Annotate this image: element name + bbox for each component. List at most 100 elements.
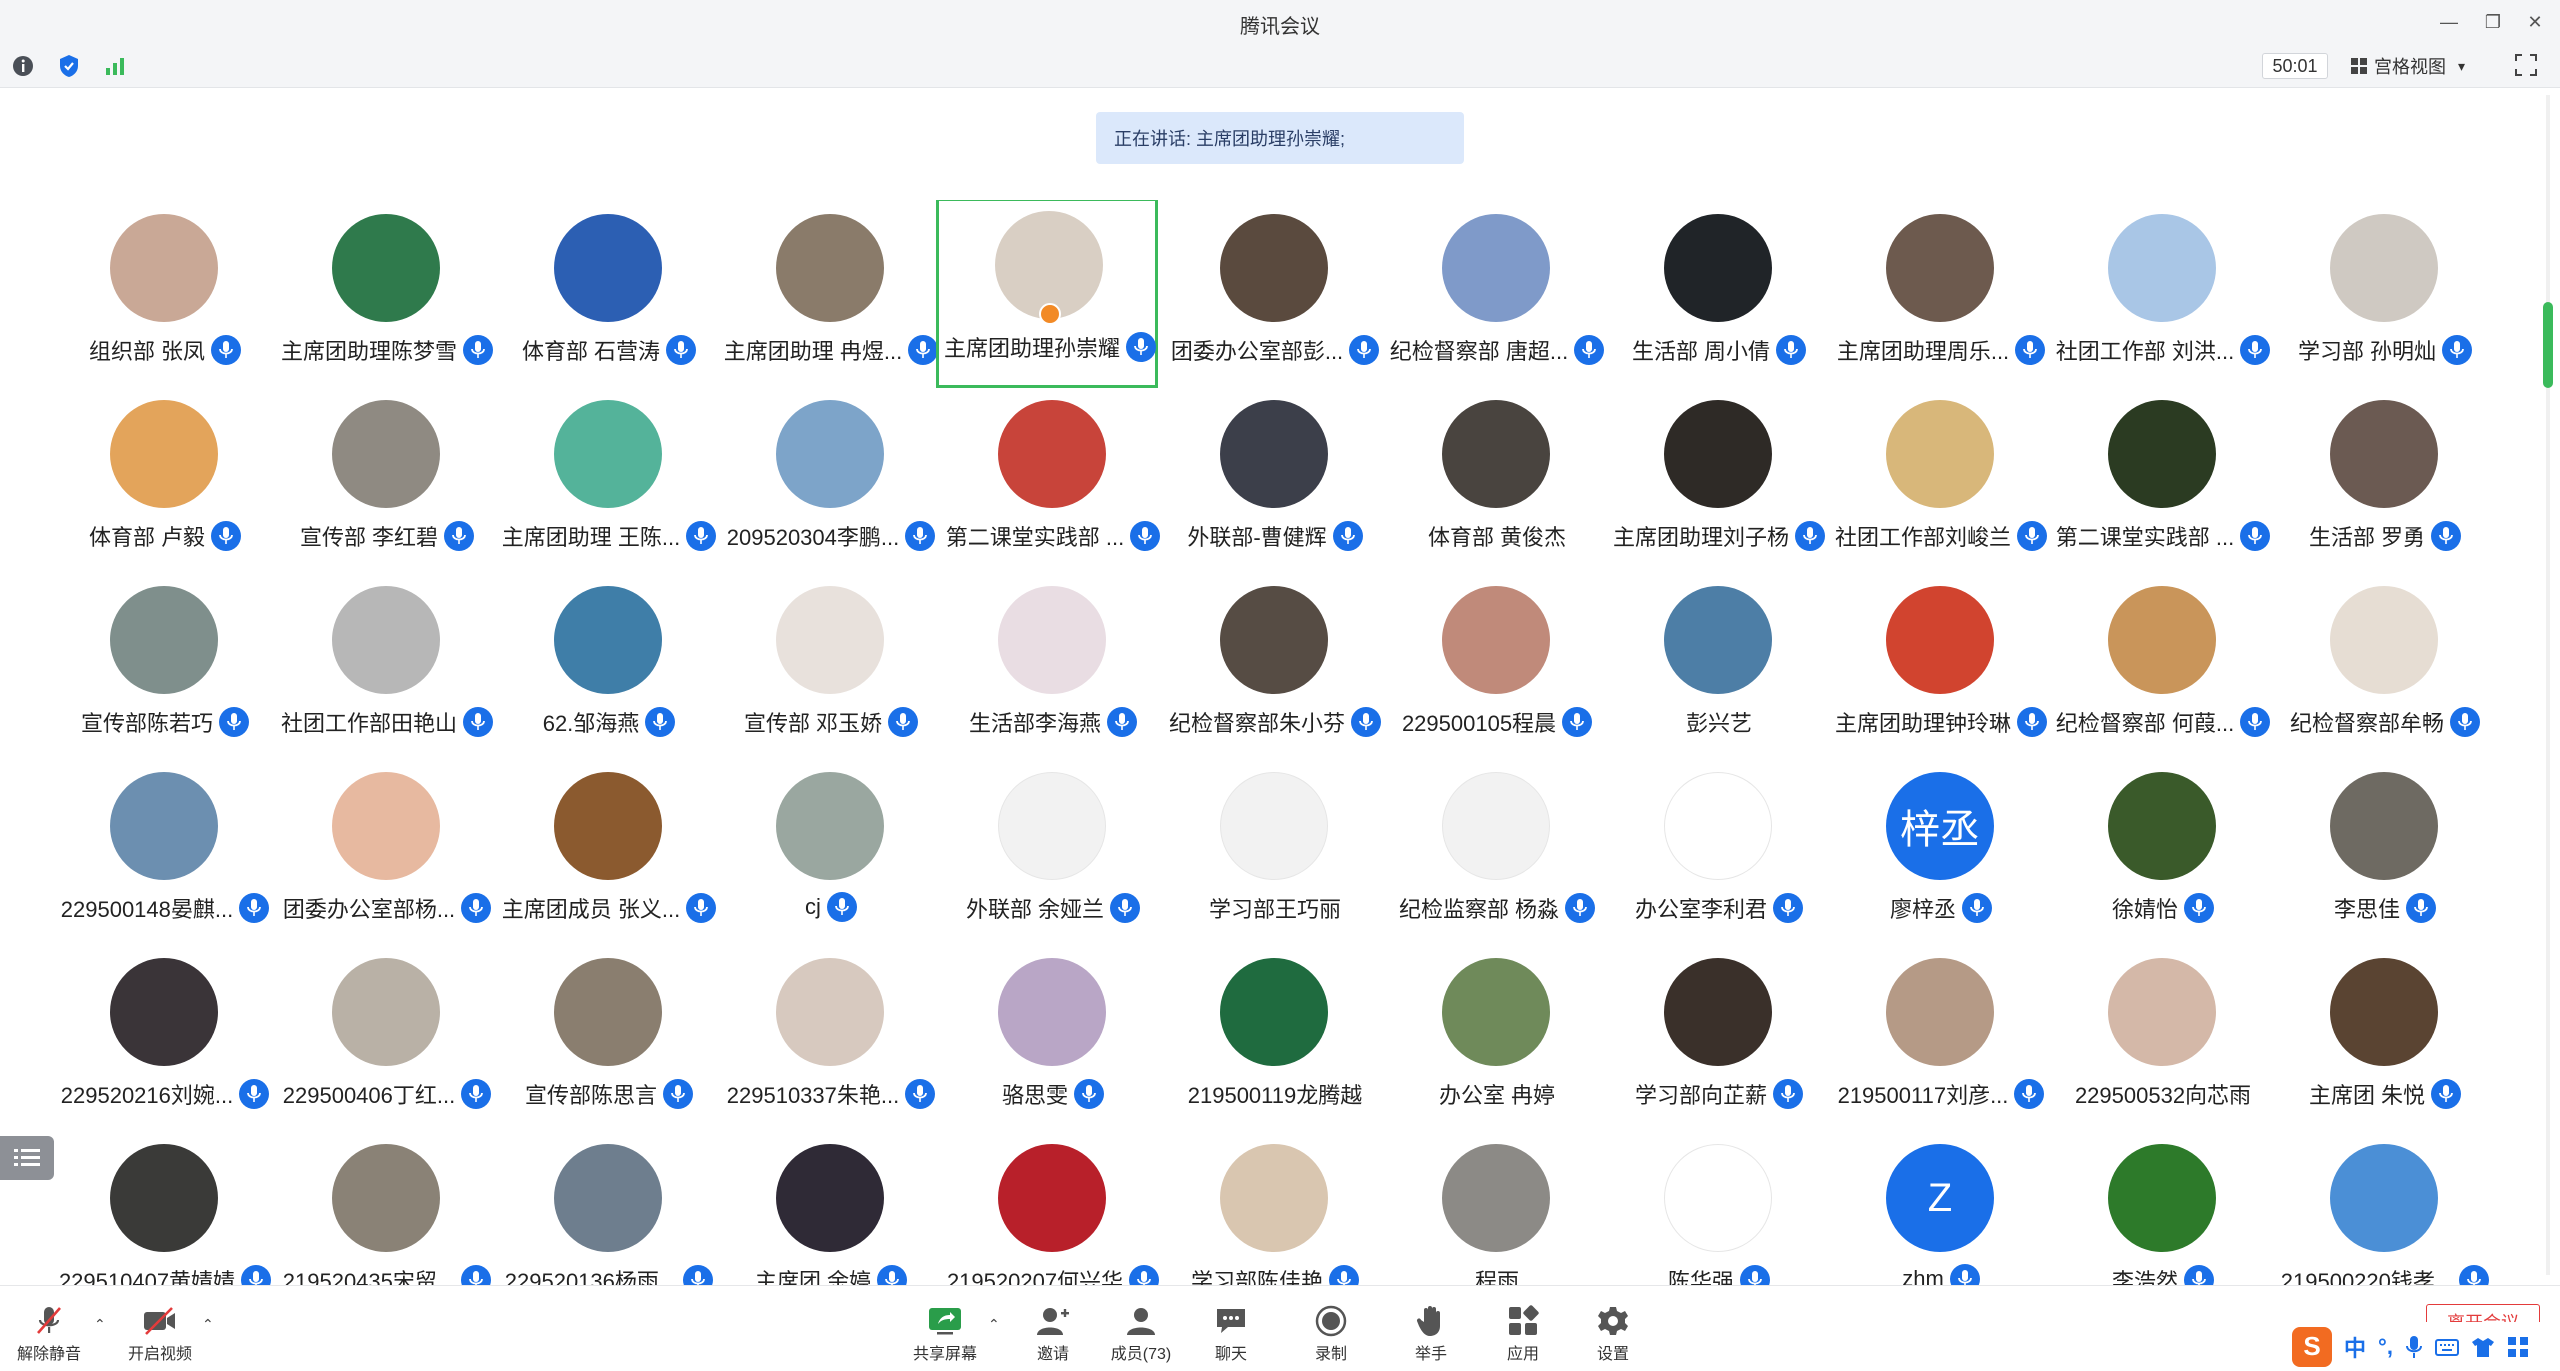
participant-tile[interactable]: 梓丞 廖梓丞 <box>1830 762 2052 948</box>
minimize-button[interactable]: — <box>2434 8 2464 36</box>
apps-button[interactable]: 应用 <box>1478 1304 1568 1366</box>
participant-tile[interactable]: 229500105程晨 <box>1386 576 1608 762</box>
participant-tile[interactable]: 生活部李海燕 <box>942 576 1164 762</box>
participant-tile[interactable]: 主席团 朱悦 <box>2274 948 2496 1134</box>
participant-tile[interactable]: 体育部 石营涛 <box>498 204 720 390</box>
share-options-caret[interactable]: ⌃ <box>988 1316 1004 1332</box>
participant-tile[interactable]: 229520136杨雨... <box>498 1134 720 1285</box>
participant-tile[interactable]: 宣传部陈若巧 <box>54 576 276 762</box>
scrollbar-thumb[interactable] <box>2543 302 2553 388</box>
participant-tile[interactable]: 外联部-曹健辉 <box>1164 390 1386 576</box>
participant-tile[interactable]: 229500148晏麒... <box>54 762 276 948</box>
participant-tile[interactable]: 主席团成员 张义... <box>498 762 720 948</box>
keyboard-icon[interactable] <box>2434 1337 2459 1357</box>
settings-button[interactable]: 设置 <box>1568 1304 1658 1366</box>
participant-tile[interactable]: 宣传部陈思言 <box>498 948 720 1134</box>
participant-tile[interactable]: 外联部 余娅兰 <box>942 762 1164 948</box>
participant-tile[interactable]: 社团工作部 刘洪... <box>2052 204 2274 390</box>
participant-tile[interactable]: 主席团助理刘子杨 <box>1608 390 1830 576</box>
participant-tile[interactable]: 219520207何兴华 <box>942 1134 1164 1285</box>
participant-tile[interactable]: 229510337朱艳... <box>720 948 942 1134</box>
record-button[interactable]: 录制 <box>1286 1304 1376 1366</box>
participant-tile[interactable]: 生活部 罗勇 <box>2274 390 2496 576</box>
participant-tile[interactable]: 229520216刘婉... <box>54 948 276 1134</box>
participant-tile[interactable]: 主席团助理 王陈... <box>498 390 720 576</box>
participant-tile[interactable]: 徐婧怡 <box>2052 762 2274 948</box>
participant-tile[interactable]: 纪检督察部牟畅 <box>2274 576 2496 762</box>
invite-button[interactable]: 邀请 <box>1008 1304 1098 1366</box>
fullscreen-icon[interactable] <box>2514 53 2542 79</box>
view-mode-button[interactable]: 宫格视图 ▾ <box>2350 53 2484 79</box>
participant-tile[interactable]: 团委办公室部彭... <box>1164 204 1386 390</box>
skin-icon[interactable] <box>2471 1336 2495 1358</box>
participant-tile[interactable]: 主席团助理周乐... <box>1830 204 2052 390</box>
ime-lang-toggle[interactable]: 中 <box>2344 1331 2366 1363</box>
participant-tile[interactable]: Zzhm <box>1830 1134 2052 1285</box>
participant-tile[interactable]: 主席团助理孙崇耀 <box>936 200 1158 388</box>
participant-tile[interactable]: 学习部陈佳艳 <box>1164 1134 1386 1285</box>
participant-tile[interactable]: 团委办公室部杨... <box>276 762 498 948</box>
scrollbar-track[interactable] <box>2546 95 2550 1275</box>
info-icon[interactable] <box>10 53 36 79</box>
signal-icon[interactable] <box>102 53 128 79</box>
participant-tile[interactable]: 主席团助理陈梦雪 <box>276 204 498 390</box>
participant-tile[interactable]: 62.邹海燕 <box>498 576 720 762</box>
participant-tile[interactable]: 219500119龙腾越 <box>1164 948 1386 1134</box>
participant-tile[interactable]: 彭兴艺 <box>1608 576 1830 762</box>
unmute-button[interactable]: 解除静音 <box>4 1304 94 1366</box>
participant-tile[interactable]: 办公室 冉婷 <box>1386 948 1608 1134</box>
close-button[interactable]: ✕ <box>2520 8 2550 36</box>
chat-button[interactable]: 聊天 <box>1186 1304 1276 1366</box>
participant-tile[interactable]: 宣传部 李红碧 <box>276 390 498 576</box>
participant-tile[interactable]: 程雨 <box>1386 1134 1608 1285</box>
participant-tile[interactable]: 纪检督察部朱小芬 <box>1164 576 1386 762</box>
participant-tile[interactable]: 体育部 卢毅 <box>54 390 276 576</box>
participant-tile[interactable]: 陈华强 <box>1608 1134 1830 1285</box>
participant-tile[interactable]: 209520304李鹏... <box>720 390 942 576</box>
avatar <box>554 214 662 322</box>
toolbox-icon[interactable] <box>2507 1336 2529 1358</box>
start-video-button[interactable]: 开启视频 <box>115 1304 205 1366</box>
raise-hand-button[interactable]: 举手 <box>1386 1304 1476 1366</box>
participant-tile[interactable]: 宣传部 邓玉娇 <box>720 576 942 762</box>
sogou-logo-icon[interactable]: S <box>2292 1326 2332 1367</box>
video-options-caret[interactable]: ⌃ <box>202 1316 218 1332</box>
participant-tile[interactable]: 219500117刘彦... <box>1830 948 2052 1134</box>
participant-tile[interactable]: 第二课堂实践部 ... <box>2052 390 2274 576</box>
participant-tile[interactable]: 骆思雯 <box>942 948 1164 1134</box>
participant-tile[interactable]: 体育部 黄俊杰 <box>1386 390 1608 576</box>
participant-tile[interactable]: 229510407黄婧婧 <box>54 1134 276 1285</box>
participant-tile[interactable]: cj <box>720 762 942 948</box>
participant-tile[interactable]: 李浩然 <box>2052 1134 2274 1285</box>
members-button[interactable]: 成员(73) <box>1096 1304 1186 1366</box>
participant-tile[interactable]: 主席团 余婷 <box>720 1134 942 1285</box>
participant-tile[interactable]: 社团工作部刘峻兰 <box>1830 390 2052 576</box>
participant-tile[interactable]: 学习部向芷薪 <box>1608 948 1830 1134</box>
participant-tile[interactable]: 纪检督察部 何葭... <box>2052 576 2274 762</box>
participant-tile[interactable]: 第二课堂实践部 ... <box>942 390 1164 576</box>
participant-tile[interactable]: 纪检督察部 唐超... <box>1386 204 1608 390</box>
participant-tile[interactable]: 纪检监察部 杨淼 <box>1386 762 1608 948</box>
participant-tile[interactable]: 学习部 孙明灿 <box>2274 204 2496 390</box>
shield-icon[interactable] <box>56 53 82 79</box>
ime-mic-icon[interactable] <box>2405 1335 2423 1359</box>
audio-options-caret[interactable]: ⌃ <box>94 1316 110 1332</box>
participant-tile[interactable]: 219520435宋留... <box>276 1134 498 1285</box>
list-toggle-button[interactable] <box>0 1136 54 1180</box>
participant-tile[interactable]: 229500532向芯雨 <box>2052 948 2274 1134</box>
participant-name: 第二课堂实践部 ... <box>945 525 1125 550</box>
participant-tile[interactable]: 组织部 张凤 <box>54 204 276 390</box>
share-screen-button[interactable]: 共享屏幕 <box>900 1304 990 1366</box>
restore-button[interactable]: ❐ <box>2478 8 2508 36</box>
participant-name: 体育部 黄俊杰 <box>1427 525 1567 550</box>
participant-tile[interactable]: 主席团助理 冉煜... <box>720 204 942 390</box>
participant-tile[interactable]: 219500220钱孝... <box>2274 1134 2496 1285</box>
participant-tile[interactable]: 主席团助理钟玲琳 <box>1830 576 2052 762</box>
participant-tile[interactable]: 学习部王巧丽 <box>1164 762 1386 948</box>
participant-tile[interactable]: 李思佳 <box>2274 762 2496 948</box>
participant-tile[interactable]: 生活部 周小倩 <box>1608 204 1830 390</box>
participant-tile[interactable]: 办公室李利君 <box>1608 762 1830 948</box>
participant-tile[interactable]: 社团工作部田艳山 <box>276 576 498 762</box>
ime-punct-toggle[interactable]: °, <box>2378 1334 2393 1360</box>
participant-tile[interactable]: 229500406丁红... <box>276 948 498 1134</box>
